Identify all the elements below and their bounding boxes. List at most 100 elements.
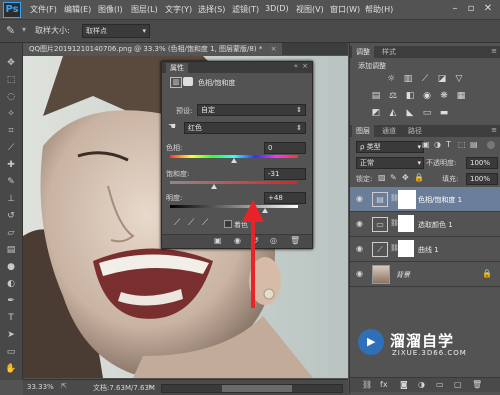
path-select-icon[interactable]: ➤ [4, 329, 18, 341]
pen-tool-icon[interactable]: ✒ [4, 295, 18, 307]
threshold-icon[interactable]: ◣ [404, 108, 416, 119]
tab-close-icon[interactable]: × [271, 45, 277, 53]
history-brush-icon[interactable]: ↺ [4, 210, 18, 222]
delete-layer-icon[interactable]: 🗑 [472, 380, 482, 389]
scrollbar-thumb[interactable] [222, 385, 292, 392]
lock-all-icon[interactable]: 🔒 [414, 173, 424, 182]
black-white-icon[interactable]: ◧ [404, 91, 416, 102]
shape-tool-icon[interactable]: ▭ [4, 346, 18, 358]
fill-field[interactable]: 100% [466, 173, 498, 185]
colorize-checkbox[interactable] [224, 220, 232, 228]
targeted-adjust-hand-icon[interactable]: ☚ [168, 122, 176, 132]
menu-filter[interactable]: 滤镜(T) [232, 4, 259, 15]
gradient-map-icon[interactable]: ▬ [438, 108, 450, 119]
layer-mask-thumbnail[interactable] [398, 240, 414, 257]
tab-adjustments[interactable]: 调整 [352, 46, 374, 58]
tab-layers[interactable]: 图层 [352, 125, 374, 137]
channel-select[interactable]: 红色 ⇕ [184, 122, 306, 134]
healing-brush-icon[interactable]: ✚ [4, 159, 18, 171]
eraser-tool-icon[interactable]: ▱ [4, 227, 18, 239]
layer-name[interactable]: 曲线 1 [418, 245, 439, 255]
properties-tab[interactable]: 属性 [166, 63, 188, 73]
lock-transparent-icon[interactable]: ▨ [378, 173, 386, 182]
hue-saturation-icon[interactable]: ▤ [370, 91, 382, 102]
clip-to-layer-icon[interactable]: ▣ [214, 236, 222, 245]
status-menu-arrow-icon[interactable]: ▸ [149, 382, 153, 390]
crop-tool-icon[interactable]: ⌗ [4, 125, 18, 137]
filter-shape-icon[interactable]: ⬚ [458, 140, 466, 149]
panel-menu-icon[interactable]: ≡ [491, 126, 497, 134]
levels-icon[interactable]: ▥ [402, 74, 414, 85]
hand-tool-icon[interactable]: ✋ [4, 363, 18, 375]
visibility-eye-icon[interactable]: ◉ [356, 269, 363, 278]
layer-mask-thumbnail[interactable] [398, 215, 414, 232]
tool-preset-dropdown-icon[interactable]: ▾ [22, 25, 26, 34]
menu-3d[interactable]: 3D(D) [265, 4, 289, 13]
filter-type-icon[interactable]: T [446, 140, 451, 149]
layer-row[interactable]: ◉ ⟋ ⛓ 曲线 1 [350, 237, 500, 262]
collapse-icon[interactable]: « [294, 62, 298, 70]
tab-channels[interactable]: 通道 [378, 125, 400, 137]
menu-file[interactable]: 文件(F) [30, 4, 57, 15]
mask-icon[interactable] [183, 77, 193, 86]
layer-row[interactable]: ◉ 背景 🔒 [350, 262, 500, 287]
eyedropper-icon[interactable]: ⟋ [4, 142, 18, 154]
layer-name[interactable]: 选取颜色 1 [418, 220, 453, 230]
eyedropper-sample-icon[interactable]: ⟋ [174, 218, 180, 228]
new-group-icon[interactable]: ▭ [436, 380, 444, 389]
filter-toggle[interactable] [487, 141, 495, 149]
menu-edit[interactable]: 编辑(E) [64, 4, 91, 15]
layer-name[interactable]: 背景 [396, 270, 410, 280]
hue-slider-thumb[interactable] [231, 158, 237, 163]
selective-color-icon[interactable]: ▭ [421, 108, 433, 119]
layer-filter-select[interactable]: ρ 类型 ▾ [356, 141, 424, 153]
saturation-field[interactable]: -31 [264, 168, 306, 180]
link-layers-icon[interactable]: ⛓ [362, 380, 372, 389]
lock-position-icon[interactable]: ✥ [402, 173, 409, 182]
tab-paths[interactable]: 路径 [404, 125, 426, 137]
layer-row[interactable]: ◉ ▤ ⛓ 色相/饱和度 1 [350, 187, 500, 212]
gradient-tool-icon[interactable]: ▤ [4, 244, 18, 256]
hue-field[interactable]: 0 [264, 142, 306, 154]
menu-layer[interactable]: 图层(L) [131, 4, 158, 15]
exposure-icon[interactable]: ◪ [436, 74, 448, 85]
eyedropper-add-icon[interactable]: ⟋ [188, 218, 194, 228]
zoom-level[interactable]: 33.33% [27, 383, 54, 391]
menu-type[interactable]: 文字(Y) [165, 4, 192, 15]
posterize-icon[interactable]: ◭ [387, 108, 399, 119]
export-icon[interactable]: ⇱ [61, 382, 67, 390]
visibility-eye-icon[interactable]: ◉ [356, 219, 363, 228]
blur-tool-icon[interactable]: ● [4, 261, 18, 273]
layer-mask-thumbnail[interactable] [398, 190, 416, 209]
opacity-field[interactable]: 100% [466, 157, 498, 169]
color-lookup-icon[interactable]: ▦ [455, 91, 467, 102]
menu-select[interactable]: 选择(S) [198, 4, 225, 15]
invert-icon[interactable]: ◩ [370, 108, 382, 119]
preset-select[interactable]: 自定 ⇕ [197, 104, 306, 116]
visibility-icon[interactable]: ◎ [270, 236, 277, 245]
layer-row[interactable]: ◉ ▭ ⛓ 选取颜色 1 [350, 212, 500, 237]
move-tool-icon[interactable]: ✥ [4, 57, 18, 69]
lasso-tool-icon[interactable]: ◌ [4, 91, 18, 103]
layer-style-icon[interactable]: fx [380, 380, 388, 389]
menu-window[interactable]: 窗口(W) [330, 4, 360, 15]
eyedropper-subtract-icon[interactable]: ⟋ [202, 218, 208, 228]
menu-help[interactable]: 帮助(H) [365, 4, 393, 15]
filter-adjustment-icon[interactable]: ◑ [434, 140, 441, 149]
lock-pixels-icon[interactable]: ✎ [390, 173, 397, 182]
close-icon[interactable]: ✕ [481, 2, 495, 15]
panel-close-icon[interactable]: × [302, 62, 308, 70]
photo-filter-icon[interactable]: ◉ [421, 91, 433, 102]
add-mask-icon[interactable]: ◙ [400, 380, 408, 389]
channel-mixer-icon[interactable]: ❋ [438, 91, 450, 102]
quick-select-tool-icon[interactable]: ✧ [4, 108, 18, 120]
blend-mode-select[interactable]: 正常 ▾ [356, 157, 424, 169]
layer-thumbnail[interactable] [372, 265, 390, 284]
color-balance-icon[interactable]: ⚖ [387, 91, 399, 102]
document-tab[interactable]: QQ图片20191210140706.png @ 33.3% (色相/饱和度 1… [23, 43, 283, 55]
saturation-slider-track[interactable] [170, 181, 298, 184]
new-layer-icon[interactable]: ▢ [454, 380, 462, 389]
trash-icon[interactable]: 🗑 [290, 236, 300, 245]
visibility-eye-icon[interactable]: ◉ [356, 194, 363, 203]
sample-size-select[interactable]: 取样点 ▾ [82, 24, 150, 38]
